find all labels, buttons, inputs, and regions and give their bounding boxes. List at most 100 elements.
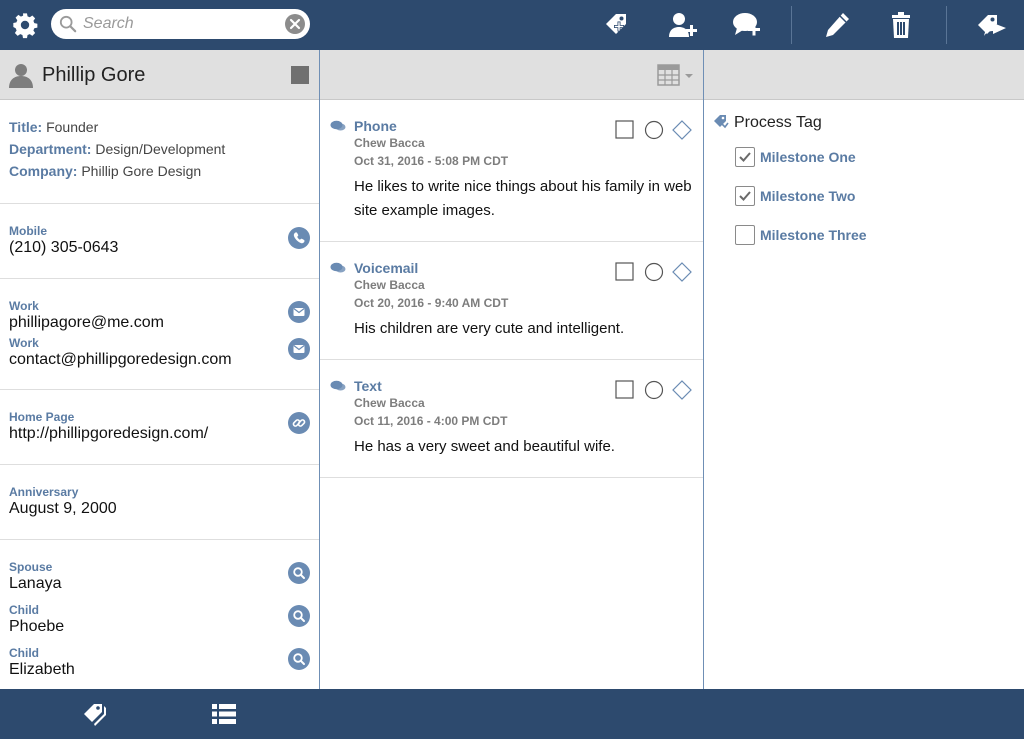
milestone-checkbox[interactable] [735,147,755,167]
mail-icon[interactable] [288,301,310,323]
history-item[interactable]: Phone Chew Bacca Oct 31, 2016 - 5:08 PM … [320,100,703,242]
add-contact-icon[interactable] [666,9,698,41]
phone-section: Mobile (210) 305-0643 [0,204,319,279]
title-line: Title: Founder [9,116,310,138]
process-header [704,50,1024,100]
process-tag-icon [714,115,729,129]
relations-section: Spouse Lanaya Child Phoebe Child Elizabe… [0,540,319,689]
email-value[interactable]: contact@phillipgoredesign.com [9,350,310,370]
milestone-label[interactable]: Milestone Two [760,188,855,204]
anniversary-section: Anniversary August 9, 2000 [0,465,319,540]
email-value[interactable]: phillipagore@me.com [9,313,310,333]
history-note: He has a very sweet and beautiful wife. [354,438,615,455]
search-icon [59,15,77,33]
department-line: Department: Design/Development [9,138,310,160]
mobile-label: Mobile [9,224,47,238]
history-date: Oct 31, 2016 - 5:08 PM CDT [354,154,509,168]
gear-icon[interactable] [11,11,39,39]
diamond-status-icon [672,120,692,140]
add-tag-icon[interactable] [600,9,632,41]
milestone-item[interactable]: Milestone One [735,147,995,169]
homepage-label: Home Page [9,410,75,424]
relation-field: Spouse Lanaya [9,560,310,594]
history-note: His children are very cute and intellige… [354,320,625,337]
circle-status-icon [644,380,664,400]
history-panel: Phone Chew Bacca Oct 31, 2016 - 5:08 PM … [320,50,704,689]
circle-status-icon [644,120,664,140]
title-label: Title: [9,119,43,135]
calendar-menu-icon[interactable] [657,64,695,88]
top-toolbar [0,0,1024,50]
checkmark-icon [739,191,751,201]
relation-value: Lanaya [9,575,62,592]
relation-label: Spouse [9,560,53,574]
email-label: Work [9,299,39,313]
relation-field: Child Phoebe [9,603,310,637]
status-shapes [615,120,692,140]
email-field: Work phillipagore@me.com [9,299,310,333]
stop-square-icon[interactable] [291,66,309,84]
relation-value: Elizabeth [9,661,75,678]
search-contact-icon[interactable] [288,562,310,584]
mail-icon[interactable] [288,338,310,360]
title-value: Founder [46,119,99,135]
homepage-section: Home Page http://phillipgoredesign.com/ [0,390,319,465]
add-note-icon[interactable] [731,9,763,41]
pencil-icon[interactable] [821,9,853,41]
search-box[interactable] [51,9,310,39]
search-contact-icon[interactable] [288,605,310,627]
company-value: Phillip Gore Design [81,163,202,179]
milestone-item[interactable]: Milestone Two [735,186,995,208]
tag-share-icon[interactable] [975,9,1007,41]
bottom-toolbar [0,689,1024,739]
milestone-checkbox[interactable] [735,225,755,245]
relation-field: Child Elizabeth [9,646,310,680]
relation-value: Phoebe [9,618,65,635]
status-shapes [615,380,692,400]
square-status-icon [615,262,634,281]
square-status-icon [615,120,634,139]
diamond-status-icon [672,262,692,282]
search-input[interactable] [83,13,273,35]
phone-icon[interactable] [288,227,310,249]
process-tag-label: Process Tag [734,114,822,131]
history-date: Oct 11, 2016 - 4:00 PM CDT [354,414,508,428]
contact-details-panel: Phillip Gore Title: Founder Department: … [0,50,320,689]
email-label: Work [9,336,39,350]
square-status-icon [615,380,634,399]
milestone-item[interactable]: Milestone Three [735,225,995,247]
link-icon[interactable] [288,412,310,434]
homepage-field: Home Page http://phillipgoredesign.com/ [9,410,310,444]
search-contact-icon[interactable] [288,648,310,670]
history-item[interactable]: Voicemail Chew Bacca Oct 20, 2016 - 9:40… [320,242,703,360]
process-panel: Process Tag Milestone One Milestone Two … [704,50,1024,689]
milestone-label[interactable]: Milestone Three [760,227,867,243]
contact-header: Phillip Gore [0,50,319,100]
anniversary-value: August 9, 2000 [9,500,117,517]
milestone-checkbox[interactable] [735,186,755,206]
list-icon[interactable] [210,700,238,728]
tags-icon[interactable] [82,700,110,728]
contact-name: Phillip Gore [42,64,146,86]
relation-label: Child [9,603,39,617]
clear-search-icon[interactable] [284,13,306,35]
company-line: Company: Phillip Gore Design [9,160,310,182]
speech-bubble-icon [330,262,346,273]
mobile-value[interactable]: (210) 305-0643 [9,238,310,258]
speech-bubble-icon [330,120,346,131]
status-shapes [615,262,692,282]
relation-label: Child [9,646,39,660]
homepage-value[interactable]: http://phillipgoredesign.com/ [9,424,310,444]
milestone-label[interactable]: Milestone One [760,149,856,165]
history-date: Oct 20, 2016 - 9:40 AM CDT [354,296,509,310]
diamond-status-icon [672,380,692,400]
history-item[interactable]: Text Chew Bacca Oct 11, 2016 - 4:00 PM C… [320,360,703,478]
anniversary-label: Anniversary [9,485,79,499]
checkmark-icon [739,152,751,162]
anniversary-field: Anniversary August 9, 2000 [9,485,310,519]
history-note: He likes to write nice things about his … [354,178,692,219]
company-label: Company: [9,163,78,179]
person-icon [9,64,33,88]
circle-status-icon [644,262,664,282]
trash-icon[interactable] [885,9,917,41]
